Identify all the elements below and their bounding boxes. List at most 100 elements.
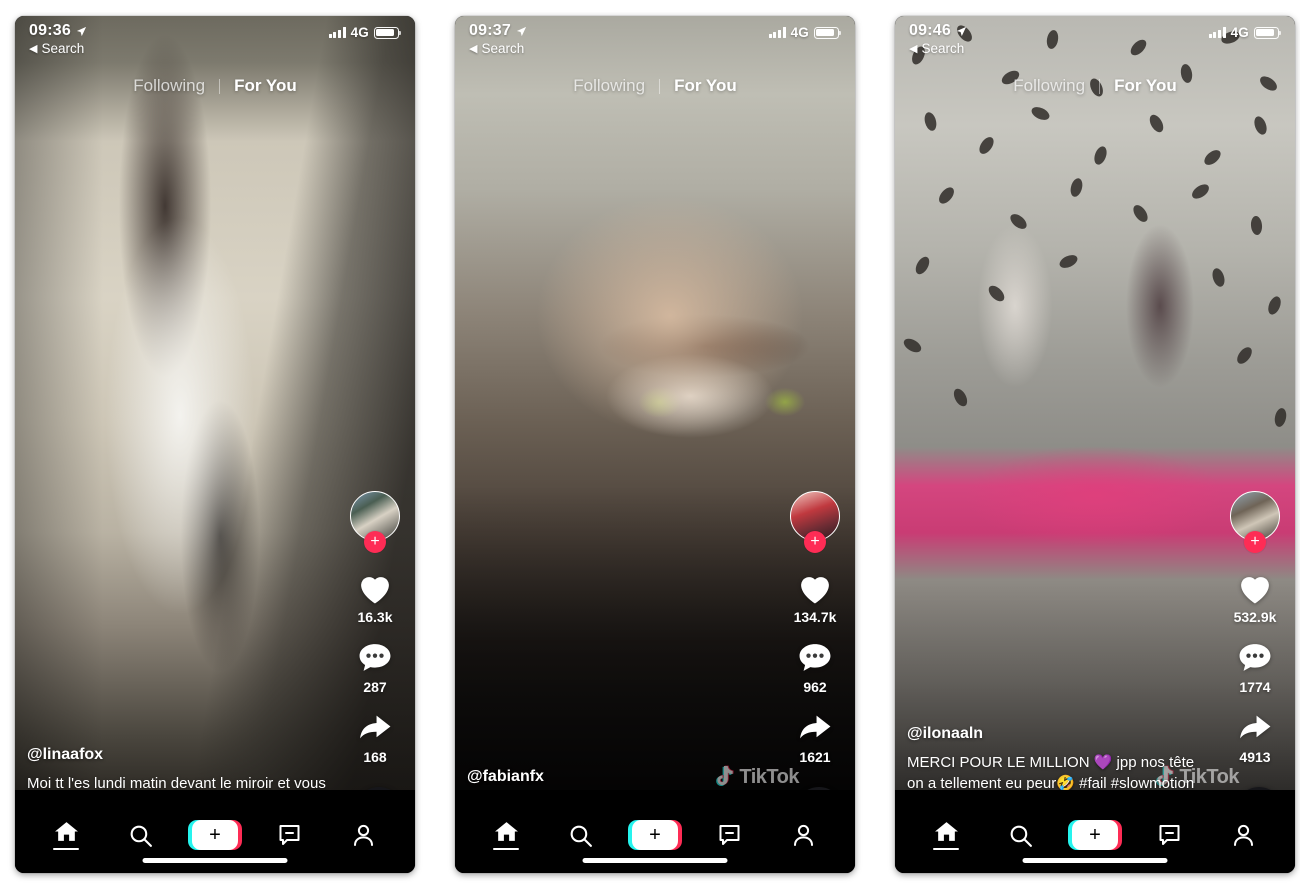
nav-profile-3[interactable] [1215,813,1273,847]
comment-button-3[interactable]: 1774 [1236,641,1274,695]
screenshot-stage: 09:36 ◀ Search 4G Following For You + 16… [0,0,1300,889]
back-label: Search [481,41,525,56]
home-indicator-2 [582,858,728,863]
tab-for-you[interactable]: For You [220,76,311,96]
profile-icon [794,824,814,846]
location-arrow-icon [956,26,967,36]
follow-button[interactable]: + [1244,531,1266,553]
action-rail-3: + 532.9k 1774 4913 [1223,491,1287,765]
create-video-button[interactable]: + [187,820,242,850]
status-bar-3: 09:46 ◀ Search 4G [895,16,1295,66]
comment-count: 287 [363,679,387,695]
signal-bars-icon [768,27,786,38]
creator-avatar-wrap-3[interactable]: + [1230,491,1280,553]
feed-tabs-1: Following For You [15,76,415,96]
network-label: 4G [350,25,369,40]
nav-create-3[interactable]: + [1066,810,1124,850]
comment-button-2[interactable]: 962 [796,641,834,695]
tab-for-you[interactable]: For You [1100,76,1191,96]
location-arrow-icon [516,26,527,36]
back-label: Search [921,41,965,56]
nav-inbox-1[interactable] [260,813,318,847]
nav-profile-1[interactable] [335,813,393,847]
nav-create-1[interactable]: + [186,810,244,850]
back-label: Search [41,41,85,56]
comment-icon [1239,644,1271,671]
network-label: 4G [1230,25,1249,40]
like-count: 134.7k [793,609,837,625]
nav-active-underline [933,847,960,851]
share-button-1[interactable]: 168 [356,711,394,765]
creator-handle[interactable]: @ilonaaln [907,725,1213,743]
follow-button[interactable]: + [804,531,826,553]
like-count: 532.9k [1233,609,1277,625]
signal-bars-icon [328,27,346,38]
create-video-button[interactable]: + [627,820,682,850]
back-to-search-link-2[interactable]: ◀ Search [469,41,527,56]
share-count: 168 [363,749,387,765]
like-button-2[interactable]: 134.7k [793,571,837,625]
nav-top-strip-2 [455,790,855,799]
phone-screen-1: 09:36 ◀ Search 4G Following For You + 16… [15,16,415,873]
follow-button[interactable]: + [364,531,386,553]
battery-icon [814,26,842,39]
back-to-search-link-1[interactable]: ◀ Search [29,41,87,56]
home-icon [54,821,78,841]
nav-search-3[interactable] [992,813,1050,848]
phone-mockup-1: 09:36 ◀ Search 4G Following For You + 16… [15,16,415,873]
creator-handle[interactable]: @fabianfx [467,768,773,786]
nav-search-2[interactable] [552,813,610,848]
nav-create-2[interactable]: + [626,810,684,850]
share-count: 4913 [1239,749,1271,765]
status-time: 09:46 [909,22,951,39]
status-time-group: 09:37 [469,22,527,40]
nav-profile-2[interactable] [775,813,833,847]
status-indicators-2: 4G [768,22,842,40]
battery-icon [374,26,402,39]
comment-button-1[interactable]: 287 [356,641,394,695]
inbox-icon [1159,825,1180,845]
share-icon [1240,715,1271,739]
phone-screen-2: 09:37 ◀ Search 4G Following For You + 13… [455,16,855,873]
nav-top-strip-1 [15,790,415,799]
inbox-icon [719,825,740,845]
home-indicator-3 [1022,858,1168,863]
tab-following[interactable]: Following [119,76,219,96]
tab-following[interactable]: Following [999,76,1099,96]
nav-home-2[interactable] [477,810,535,851]
search-icon [130,825,153,847]
share-button-2[interactable]: 1621 [796,711,834,765]
like-button-1[interactable]: 16.3k [356,571,394,625]
share-count: 1621 [799,749,831,765]
share-button-3[interactable]: 4913 [1236,711,1274,765]
phone-screen-3: 09:46 ◀ Search 4G Following For You + 53… [895,16,1295,873]
share-icon [360,715,391,739]
signal-bars-icon [1208,27,1226,38]
tab-for-you[interactable]: For You [660,76,751,96]
back-chevron-icon: ◀ [29,43,38,55]
nav-search-1[interactable] [112,813,170,848]
back-to-search-link-3[interactable]: ◀ Search [909,41,967,56]
feed-tabs-2: Following For You [455,76,855,96]
create-video-button[interactable]: + [1067,820,1122,850]
home-indicator-1 [142,858,288,863]
search-icon [570,825,593,847]
tab-following[interactable]: Following [559,76,659,96]
share-icon [800,715,831,739]
like-button-3[interactable]: 532.9k [1233,571,1277,625]
status-indicators-1: 4G [328,22,402,40]
comment-count: 1774 [1239,679,1271,695]
nav-home-3[interactable] [917,810,975,851]
nav-home-1[interactable] [37,810,95,851]
nav-inbox-3[interactable] [1140,813,1198,847]
creator-avatar-wrap-2[interactable]: + [790,491,840,553]
back-chevron-icon: ◀ [909,43,918,55]
nav-inbox-2[interactable] [700,813,758,847]
creator-avatar-wrap-1[interactable]: + [350,491,400,553]
home-icon [494,821,518,841]
creator-handle[interactable]: @linaafox [27,746,333,764]
search-icon [1010,825,1033,847]
heart-icon [1241,577,1269,604]
status-time-group: 09:36 [29,22,87,40]
nav-top-strip-3 [895,790,1295,799]
